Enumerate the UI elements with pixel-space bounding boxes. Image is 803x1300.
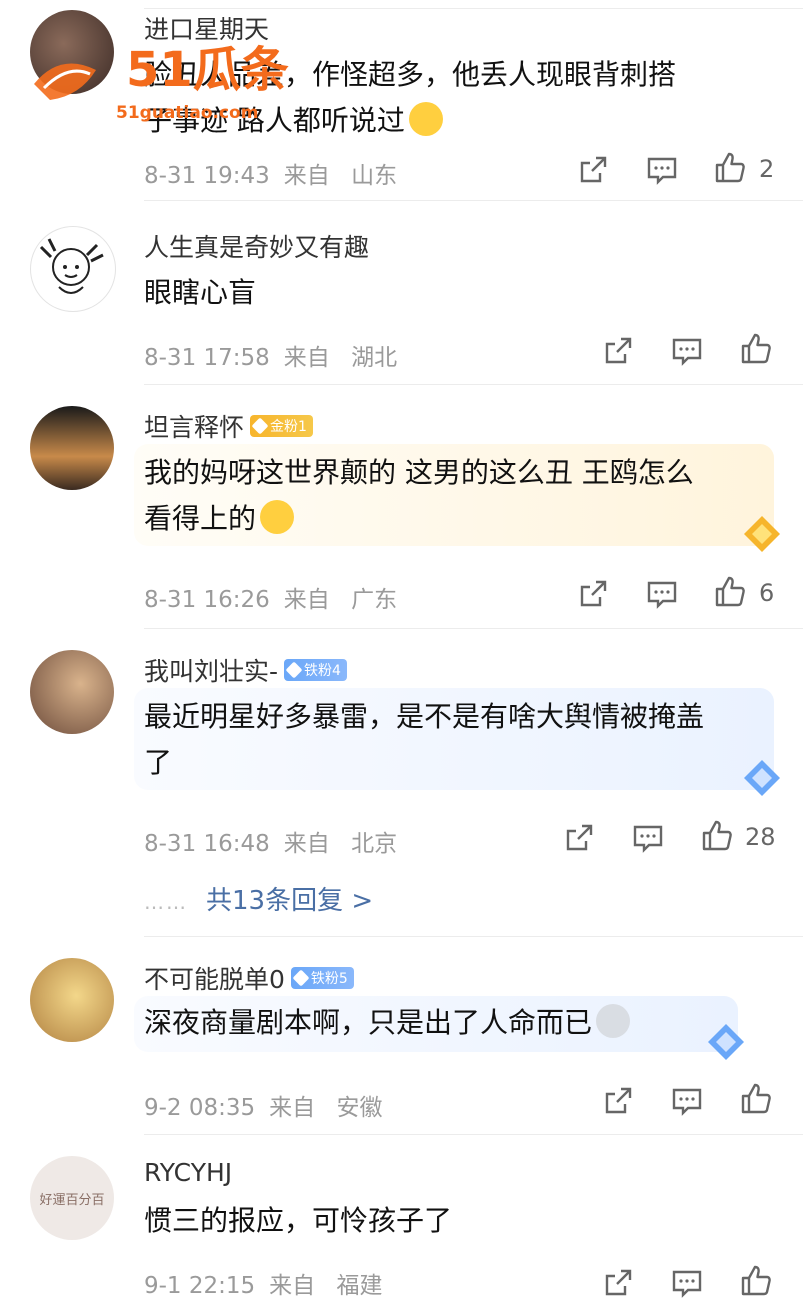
divider [144,628,803,629]
blue-gem-icon [708,1024,744,1060]
fan-badge[interactable]: 铁粉4 [284,659,347,681]
crown-icon [251,417,269,435]
avatar[interactable] [30,650,114,734]
comment-icon[interactable] [645,153,679,187]
username[interactable]: 我叫刘壮实- 铁粉4 [144,652,347,688]
share-icon[interactable] [601,1266,635,1300]
comment-meta: 8-31 19:43 来自 山东 [144,163,398,189]
like-count: 6 [759,579,775,607]
comment-meta: 8-31 16:48 来自 北京 [144,831,398,857]
username[interactable]: RYCYHJ [144,1158,232,1187]
svg-text:51guatiao.com: 51guatiao.com [116,103,258,123]
comment-meta: 9-2 08:35 来自 安徽 [144,1095,383,1121]
comment-text: 眼瞎心盲 [144,276,257,309]
laugh-cry-emoji-icon [408,102,443,136]
like-icon[interactable] [713,575,747,609]
diamond-icon [292,969,310,987]
like-count: 28 [745,823,776,851]
comment-icon[interactable] [670,1266,704,1300]
comment-text: 深夜商量剧本啊，只是出了人命而已 [144,1000,631,1046]
svg-text:51瓜条: 51瓜条 [126,42,289,98]
fan-badge[interactable]: 铁粉5 [290,967,354,989]
username[interactable]: 不可能脱单0 铁粉5 [144,960,354,996]
share-icon[interactable] [601,1084,635,1118]
comment-text: 最近明星好多暴雷，是不是有啥大舆情被掩盖 了 [144,700,705,779]
fan-badge[interactable]: 金粉1 [250,415,313,437]
divider [144,936,803,937]
comment-text: 我的妈呀这世界颠的 这男的这么丑 王鸥怎么 看得上的 [144,456,694,535]
comment-text: 惯三的报应，可怜孩子了 [144,1204,453,1237]
avatar[interactable] [30,958,114,1042]
share-icon[interactable] [576,153,610,187]
comment-icon[interactable] [645,577,679,611]
divider [144,384,803,385]
like-icon[interactable] [700,819,734,853]
comment-icon[interactable] [631,821,665,855]
watermark-logo: 51瓜条 51guatiao.com [34,42,289,123]
avatar[interactable]: 好運百分百 [30,1156,114,1240]
like-icon[interactable] [739,1082,773,1116]
top-divider [144,8,803,9]
like-icon[interactable] [739,332,773,366]
husky-emoji-icon [596,1004,631,1038]
crying-emoji-icon [260,500,295,534]
comment-meta: 9-1 22:15 来自 福建 [144,1273,383,1299]
gold-gem-icon [744,516,780,552]
avatar[interactable] [30,226,116,312]
share-icon[interactable] [601,334,635,368]
divider [144,200,803,201]
share-icon[interactable] [562,821,596,855]
view-replies-link[interactable]: …… 共13条回复 > [144,880,373,917]
blue-gem-icon [744,760,780,796]
like-icon[interactable] [713,151,747,185]
username[interactable]: 人生真是奇妙又有趣 [144,228,369,264]
comment-meta: 8-31 17:58 来自 湖北 [144,345,398,371]
avatar-text: 好運百分百 [39,1192,105,1208]
avatar[interactable] [30,406,114,490]
comment-meta: 8-31 16:26 来自 广东 [144,587,398,613]
share-icon[interactable] [576,577,610,611]
like-count: 2 [759,155,775,183]
diamond-icon [285,661,303,679]
divider [144,1134,803,1135]
comment-icon[interactable] [670,334,704,368]
username[interactable]: 坦言释怀 金粉1 [144,408,313,444]
like-icon[interactable] [739,1264,773,1298]
comment-icon[interactable] [670,1084,704,1118]
